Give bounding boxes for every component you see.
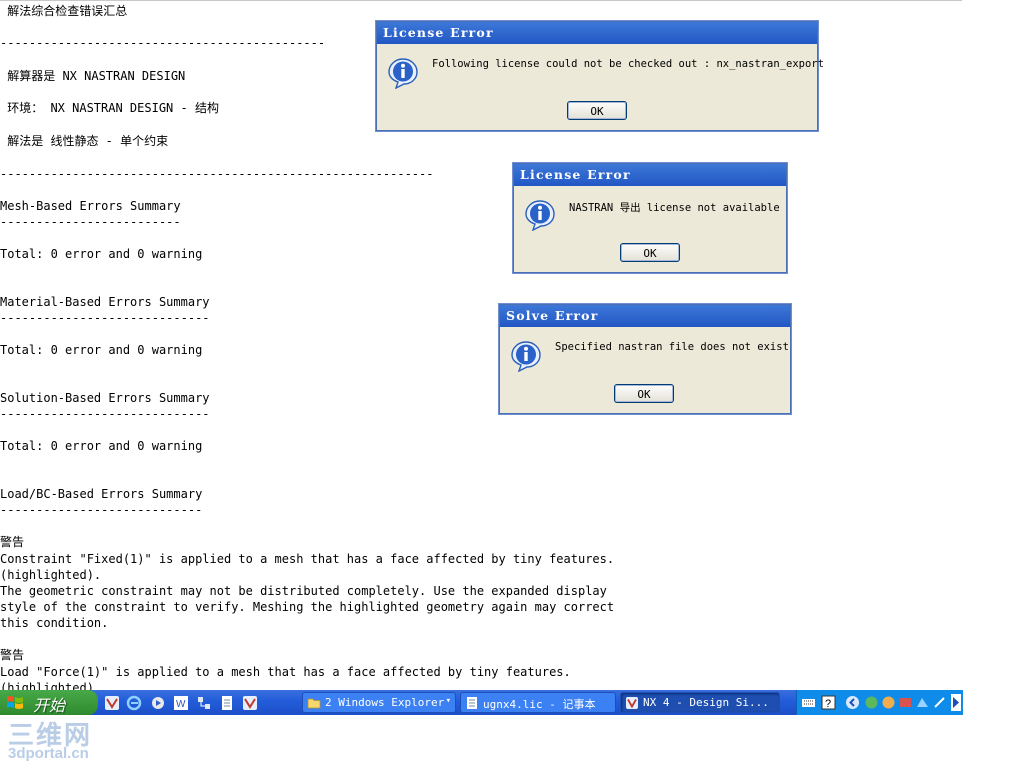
task-button[interactable]: 2 Windows Explorer ▾ xyxy=(302,692,456,713)
section-underline: ----------------------------- xyxy=(0,407,210,421)
word-icon[interactable]: W xyxy=(173,695,189,711)
task-button[interactable]: NX 4 - Design Si... xyxy=(620,692,780,713)
license-error-dialog: License Error NASTRAN 导出 license not ava… xyxy=(513,163,787,273)
task-label: 2 Windows Explorer xyxy=(325,696,445,709)
total-line: Total: 0 error and 0 warning xyxy=(0,439,203,453)
tray-app-icon[interactable] xyxy=(932,695,947,710)
warning-text: style of the constraint to verify. Meshi… xyxy=(0,600,615,614)
info-icon xyxy=(525,200,555,231)
ok-button[interactable]: OK xyxy=(567,101,627,120)
network-icon[interactable] xyxy=(196,695,212,711)
svg-text:?: ? xyxy=(825,698,831,710)
separator-line: ----------------------------------------… xyxy=(0,167,434,181)
taskbar: 开始 W 2 Windows Explorer ▾ ugnx4.lic - 记事… xyxy=(0,690,963,715)
warning-heading: 警告 xyxy=(0,648,25,662)
report-title: 解法综合检查错误汇总 xyxy=(0,4,128,18)
section-heading: Material-Based Errors Summary xyxy=(0,295,210,309)
dialog-message: Specified nastran file does not exist xyxy=(555,341,789,353)
svg-text:W: W xyxy=(176,699,186,710)
dialog-titlebar[interactable]: License Error xyxy=(377,22,817,44)
notepad-icon[interactable] xyxy=(219,695,235,711)
warning-text: this condition. xyxy=(0,616,109,630)
nx-icon xyxy=(626,697,638,709)
keyboard-icon[interactable] xyxy=(801,695,816,710)
play-icon xyxy=(953,697,959,708)
ok-button[interactable]: OK xyxy=(620,243,680,262)
dialog-title: License Error xyxy=(383,25,494,40)
section-underline: ----------------------------- xyxy=(0,311,210,325)
warning-text: Load "Force(1)" is applied to a mesh tha… xyxy=(0,665,571,679)
system-tray: ? xyxy=(796,690,963,715)
chevron-down-icon: ▾ xyxy=(445,696,451,706)
total-line: Total: 0 error and 0 warning xyxy=(0,247,203,261)
dialog-message: Following license could not be checked o… xyxy=(432,58,824,70)
arrow-icon[interactable] xyxy=(845,695,860,710)
folder-icon xyxy=(307,698,321,709)
dialog-title: License Error xyxy=(520,167,631,182)
start-button[interactable]: 开始 xyxy=(0,690,98,715)
start-label: 开始 xyxy=(33,696,66,715)
task-label: NX 4 - Design Si... xyxy=(643,696,769,709)
help-icon[interactable]: ? xyxy=(821,695,836,710)
windows-logo-icon xyxy=(7,696,23,709)
section-heading: Load/BC-Based Errors Summary xyxy=(0,487,203,501)
separator-line: ----------------------------------------… xyxy=(0,36,326,50)
info-icon xyxy=(511,341,541,372)
media-icon[interactable] xyxy=(150,695,166,711)
section-underline: ---------------------------- xyxy=(0,503,203,517)
tray-app-icon[interactable] xyxy=(915,695,930,710)
solution-line: 解法是 线性静态 - 单个约束 xyxy=(0,134,169,148)
warning-text: (highlighted). xyxy=(0,681,102,690)
info-icon xyxy=(388,58,418,89)
warning-heading: 警告 xyxy=(0,535,25,549)
site-watermark: 三维网 3dportal.cn xyxy=(8,715,128,765)
environment-line: 环境： NX NASTRAN DESIGN - 结构 xyxy=(0,101,219,115)
watermark-site: 3dportal.cn xyxy=(8,745,89,762)
section-heading: Solution-Based Errors Summary xyxy=(0,391,210,405)
warning-text: Constraint "Fixed(1)" is applied to a me… xyxy=(0,552,615,566)
dialog-title: Solve Error xyxy=(506,308,599,323)
ok-button[interactable]: OK xyxy=(614,384,674,403)
tray-app-icon[interactable] xyxy=(881,695,896,710)
ie-icon[interactable] xyxy=(126,695,142,711)
warning-text: (highlighted). xyxy=(0,568,102,582)
show-desktop-button[interactable] xyxy=(951,694,961,711)
tray-app-icon[interactable] xyxy=(864,695,879,710)
nx-icon[interactable] xyxy=(242,695,258,711)
section-underline: ------------------------- xyxy=(0,215,181,229)
solver-line: 解算器是 NX NASTRAN DESIGN xyxy=(0,69,186,83)
dialog-titlebar[interactable]: License Error xyxy=(514,164,786,186)
task-label: ugnx4.lic - 记事本 xyxy=(483,698,596,711)
license-error-dialog: License Error Following license could no… xyxy=(376,21,824,131)
total-line: Total: 0 error and 0 warning xyxy=(0,343,203,357)
solve-error-dialog: Solve Error Specified nastran file does … xyxy=(499,304,791,414)
tray-app-icon[interactable] xyxy=(898,695,913,710)
task-button[interactable]: ugnx4.lic - 记事本 xyxy=(460,692,616,713)
dialog-titlebar[interactable]: Solve Error xyxy=(500,305,790,327)
nx-icon[interactable] xyxy=(104,695,120,711)
notepad-icon xyxy=(467,697,477,709)
warning-text: The geometric constraint may not be dist… xyxy=(0,584,607,598)
dialog-message: NASTRAN 导出 license not available xyxy=(569,202,780,214)
section-heading: Mesh-Based Errors Summary xyxy=(0,199,181,213)
